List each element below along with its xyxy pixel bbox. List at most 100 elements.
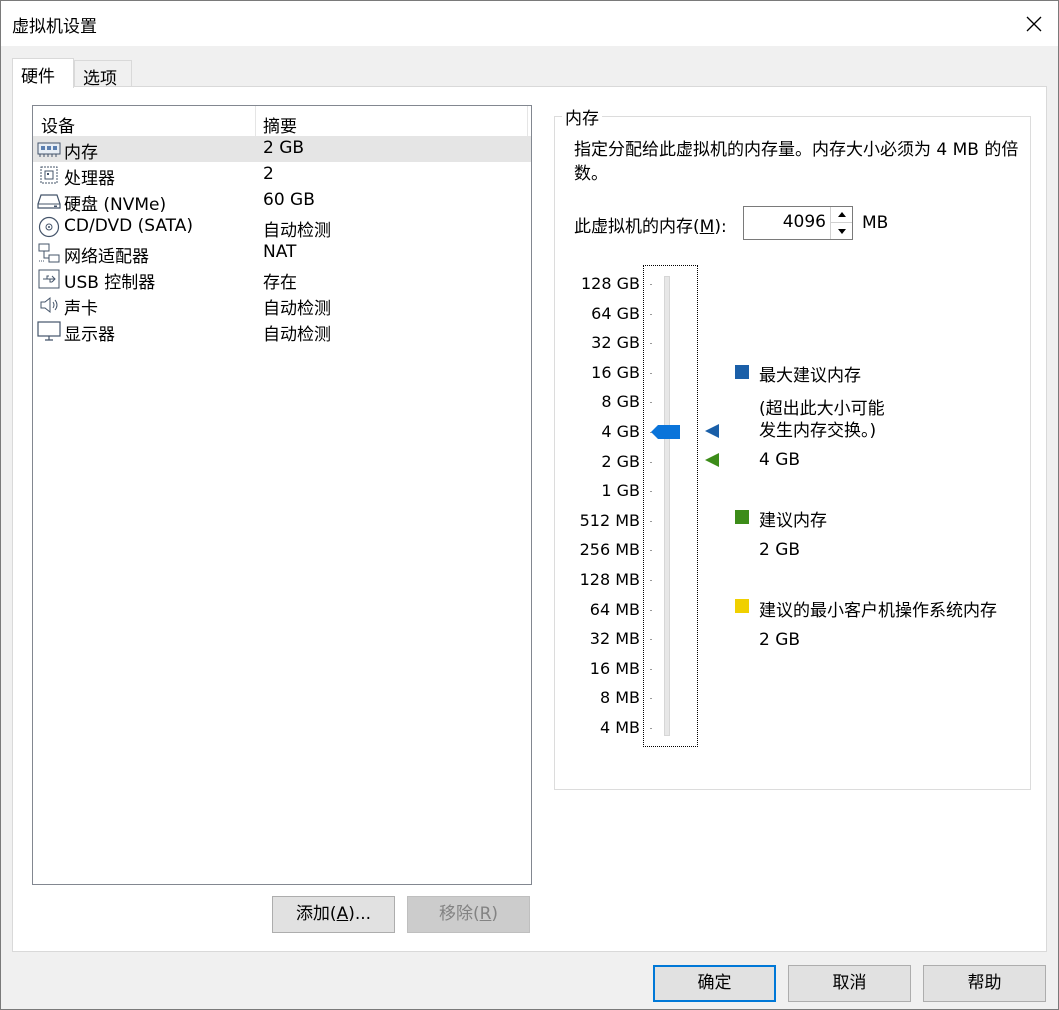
triangle-up-icon — [837, 212, 846, 217]
triangle-down-icon — [837, 228, 846, 234]
device-row-harddisk[interactable]: 硬盘 (NVMe) 60 GB — [33, 188, 531, 215]
tab-hardware[interactable]: 硬件 — [12, 58, 74, 88]
slider-tick-mark — [650, 609, 652, 611]
slider-tick-label: 512 MB — [579, 510, 640, 530]
column-header-summary[interactable]: 摘要 — [263, 112, 297, 137]
slider-tick-label: 2 GB — [601, 451, 640, 471]
device-summary: NAT — [263, 242, 297, 262]
device-name: 显示器 — [64, 325, 115, 345]
device-name: 声卡 — [64, 299, 98, 319]
recommended-marker-icon — [705, 453, 719, 467]
device-list[interactable]: 设备 摘要 内存 2 GB 处理器 2 硬盘 (NVMe) 60 GB CD/D… — [32, 105, 532, 885]
max-recommended-note-line2: 发生内存交换。) — [759, 421, 877, 441]
memory-description: 指定分配给此虚拟机的内存量。内存大小必须为 4 MB 的倍数。 — [574, 140, 1019, 184]
device-row-sound-card[interactable]: 声卡 自动检测 — [33, 292, 531, 319]
device-name: 硬盘 (NVMe) — [64, 195, 167, 215]
memory-spinbox[interactable]: 4096 — [743, 206, 853, 240]
close-button[interactable] — [1010, 1, 1058, 46]
device-row-cd-dvd[interactable]: CD/DVD (SATA) 自动检测 — [33, 214, 531, 241]
slider-tick-mark — [650, 668, 652, 670]
recommended-title: 建议内存 — [759, 511, 827, 531]
add-button[interactable]: 添加(A)... — [272, 896, 395, 933]
spin-down-button[interactable] — [831, 223, 852, 239]
device-row-memory[interactable]: 内存 2 GB — [33, 136, 531, 163]
device-row-usb[interactable]: USB 控制器 存在 — [33, 266, 531, 293]
slider-tick-mark — [650, 728, 652, 729]
sound-card-icon — [40, 296, 58, 314]
cd-dvd-icon — [38, 216, 60, 238]
remove-button[interactable]: 移除(R) — [407, 896, 530, 933]
device-row-display[interactable]: 显示器 自动检测 — [33, 318, 531, 345]
device-row-network-adapter[interactable]: 网络适配器 NAT — [33, 240, 531, 267]
device-summary: 2 — [263, 164, 274, 184]
device-summary: 60 GB — [263, 190, 315, 210]
slider-tick-label: 32 MB — [589, 629, 640, 649]
slider-tick-label: 8 MB — [599, 688, 640, 708]
column-divider[interactable] — [527, 106, 528, 136]
slider-tick-label: 16 MB — [589, 658, 640, 678]
memory-label-text: 此虚拟机的内存( — [574, 217, 700, 237]
slider-tick-label: 32 GB — [591, 333, 640, 353]
add-button-label: 添加( — [295, 904, 337, 924]
slider-tick-mark — [650, 639, 652, 641]
memory-value-input[interactable]: 4096 — [744, 212, 826, 232]
slider-tick-label: 64 GB — [591, 303, 640, 323]
network-adapter-icon — [38, 243, 60, 263]
remove-button-label: 移除( — [438, 904, 480, 924]
memory-field-label: 此虚拟机的内存(M): — [574, 212, 727, 237]
column-divider[interactable] — [255, 106, 256, 136]
window-title: 虚拟机设置 — [12, 17, 97, 37]
slider-tick-mark — [650, 284, 652, 285]
device-summary: 自动检测 — [263, 325, 331, 345]
slider-tick-label: 8 GB — [601, 392, 640, 412]
slider-tick-label: 4 GB — [601, 422, 640, 441]
slider-tick-label: 256 MB — [579, 540, 640, 560]
device-name: 网络适配器 — [64, 247, 149, 267]
spin-arrows — [830, 207, 852, 239]
device-name: 处理器 — [64, 169, 115, 189]
tab-options[interactable]: 选项 — [74, 60, 132, 89]
remove-button-access-key: R — [479, 904, 492, 924]
cancel-button[interactable]: 取消 — [788, 965, 911, 1002]
memory-group-title: 内存 — [562, 104, 602, 129]
slider-tick-label: 16 GB — [591, 362, 640, 382]
remove-button-label-suffix: ) — [491, 904, 499, 924]
memory-icon — [37, 142, 61, 157]
ok-button[interactable]: 确定 — [653, 965, 776, 1002]
memory-unit: MB — [862, 213, 889, 233]
min-guest-os-value: 2 GB — [759, 630, 801, 650]
min-guest-os-color-swatch — [735, 599, 749, 613]
slider-tick-mark — [650, 520, 652, 522]
min-guest-os-title: 建议的最小客户机操作系统内存 — [759, 601, 997, 621]
spin-up-button[interactable] — [831, 207, 852, 223]
tab-hardware-label: 硬件 — [21, 67, 55, 87]
usb-icon — [38, 269, 60, 289]
max-recommended-color-swatch — [735, 365, 749, 379]
memory-slider-focus-box[interactable] — [643, 265, 698, 747]
slider-tick-label: 64 MB — [589, 599, 640, 619]
help-button[interactable]: 帮助 — [923, 965, 1046, 1002]
column-header-device[interactable]: 设备 — [41, 112, 75, 137]
device-row-processor[interactable]: 处理器 2 — [33, 162, 531, 189]
slider-tick-mark — [650, 402, 652, 404]
recommended-value: 2 GB — [759, 540, 801, 560]
slider-tick-mark — [650, 372, 652, 374]
max-recommended-marker-icon — [705, 424, 719, 438]
display-icon — [37, 321, 61, 341]
memory-slider-track[interactable] — [664, 276, 670, 736]
device-name: USB 控制器 — [64, 273, 156, 293]
hardware-panel: 设备 摘要 内存 2 GB 处理器 2 硬盘 (NVMe) 60 GB CD/D… — [12, 86, 1047, 952]
slider-tick-label: 128 GB — [581, 274, 640, 293]
slider-tick-label: 4 MB — [599, 718, 640, 737]
device-summary: 自动检测 — [263, 299, 331, 319]
memory-slider-thumb[interactable] — [651, 424, 681, 444]
processor-icon — [40, 166, 58, 184]
slider-thumb-icon — [651, 425, 680, 439]
device-summary: 2 GB — [263, 138, 305, 158]
slider-tick-mark — [650, 313, 652, 315]
device-list-header: 设备 摘要 — [33, 106, 531, 137]
slider-tick-mark — [650, 580, 652, 581]
device-summary: 自动检测 — [263, 221, 331, 241]
device-name: 内存 — [64, 143, 98, 163]
slider-tick-label: 128 MB — [579, 570, 640, 589]
